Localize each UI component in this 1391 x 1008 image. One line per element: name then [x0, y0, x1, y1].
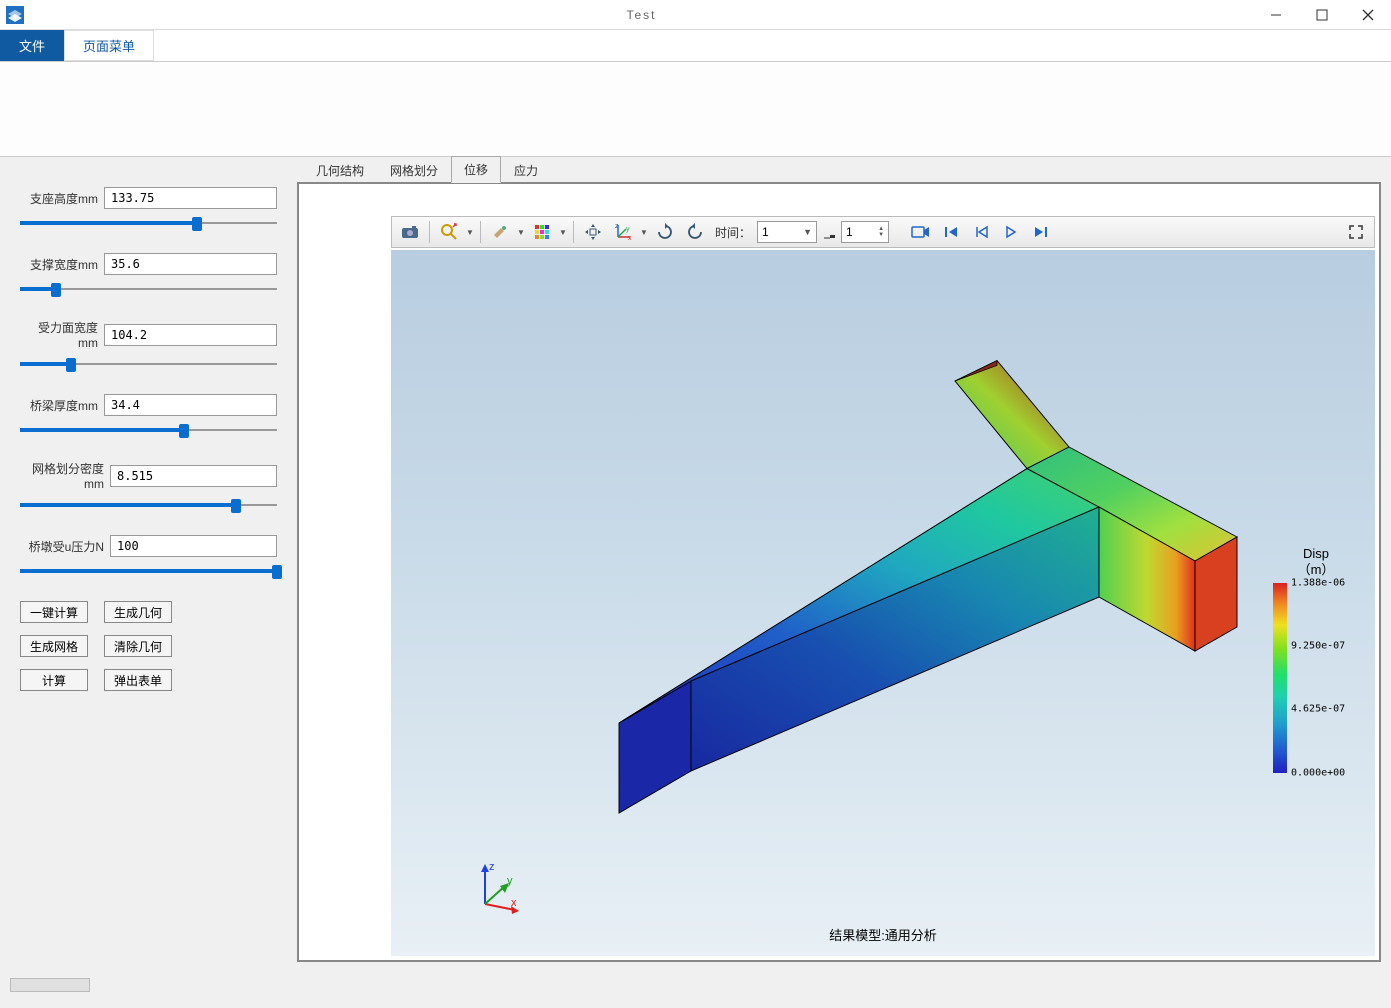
clear-geometry-button[interactable]: 清除几何: [104, 635, 172, 657]
time-combo-value: 1: [762, 225, 769, 239]
param-label: 受力面宽度mm: [20, 319, 98, 350]
status-grip[interactable]: [10, 978, 90, 992]
beam-thickness-input[interactable]: [104, 394, 277, 416]
colormap-icon[interactable]: [528, 219, 556, 245]
step-end-icon[interactable]: [819, 219, 839, 245]
param-label: 桥梁厚度mm: [20, 397, 98, 414]
rotate-cw-icon[interactable]: [651, 219, 679, 245]
svg-text:z: z: [489, 861, 495, 873]
viewport-footer-label: 结果模型:通用分析: [829, 925, 937, 944]
time-spin-value: 1: [846, 225, 853, 239]
param-seat-height: 支座高度mm: [20, 187, 277, 231]
param-beam-thickness: 桥梁厚度mm: [20, 394, 277, 438]
viewport-toolbar: ▼ ▼ ▼ x zy: [391, 216, 1375, 248]
legend-labels: 1.388e-06 9.250e-07 4.625e-07 0.000e+00: [1287, 583, 1359, 773]
generate-geometry-button[interactable]: 生成几何: [104, 601, 172, 623]
zoom-fit-icon[interactable]: [435, 219, 463, 245]
result-tabs: 几何结构 网格划分 位移 应力: [297, 157, 1381, 183]
main-area: 支座高度mm 支撑宽度mm 受力面宽度mm: [0, 157, 1391, 972]
paint-dropdown-icon[interactable]: ▼: [516, 228, 526, 237]
color-legend: Disp （m） 1.388e-06 9.250e-07 4.625e-07 0…: [1273, 546, 1359, 773]
param-pier-pressure: 桥墩受u压力N: [20, 535, 277, 579]
action-buttons: 一键计算 生成几何 生成网格 清除几何 计算 弹出表单: [20, 601, 277, 691]
zoom-dropdown-icon[interactable]: ▼: [465, 228, 475, 237]
menu-bar: 文件 页面菜单: [0, 30, 1391, 62]
pier-pressure-input[interactable]: [110, 535, 277, 557]
app-icon: [0, 0, 30, 30]
coordinate-triad: z x y: [467, 856, 527, 916]
title-bar: Test: [0, 0, 1391, 30]
window-title: Test: [30, 8, 1253, 22]
popup-table-button[interactable]: 弹出表单: [104, 669, 172, 691]
param-label: 支座高度mm: [20, 190, 98, 207]
seat-height-slider[interactable]: [20, 215, 277, 231]
viewport-3d[interactable]: z x y 结果模型:通用分析 Disp （m）: [391, 250, 1375, 956]
param-mesh-density: 网格划分密度mm: [20, 460, 277, 513]
time-combo[interactable]: 1 ▼: [757, 221, 817, 243]
mesh-density-input[interactable]: [110, 465, 277, 487]
tab-displacement[interactable]: 位移: [451, 156, 501, 183]
menu-page[interactable]: 页面菜单: [64, 30, 154, 61]
status-bar: [0, 972, 1391, 1008]
svg-text:x: x: [628, 235, 632, 241]
menu-file[interactable]: 文件: [0, 30, 64, 61]
axes-icon[interactable]: x zy: [609, 219, 637, 245]
param-label: 支撑宽度mm: [20, 256, 98, 273]
svg-text:x: x: [511, 897, 517, 909]
maximize-button[interactable]: [1299, 0, 1345, 30]
legend-colorbar: [1273, 583, 1287, 773]
expand-icon[interactable]: [1342, 219, 1370, 245]
close-button[interactable]: [1345, 0, 1391, 30]
record-icon[interactable]: [907, 219, 935, 245]
viewport-frame: ▼ ▼ ▼ xzy: [297, 182, 1381, 962]
svg-text:y: y: [626, 226, 630, 233]
support-width-slider[interactable]: [20, 281, 277, 297]
support-width-input[interactable]: [104, 253, 277, 275]
tab-geometry[interactable]: 几何结构: [303, 157, 377, 183]
play-icon[interactable]: [997, 219, 1025, 245]
svg-text:y: y: [507, 875, 513, 887]
calculate-button[interactable]: 计算: [20, 669, 88, 691]
paint-icon[interactable]: [486, 219, 514, 245]
time-spin[interactable]: 1 ▲▼: [841, 221, 889, 243]
legend-title: Disp （m）: [1273, 546, 1359, 577]
skip-start-icon[interactable]: [937, 219, 965, 245]
colormap-dropdown-icon[interactable]: ▼: [558, 228, 568, 237]
ribbon-area: [0, 62, 1391, 157]
param-label: 网格划分密度mm: [20, 460, 104, 491]
mesh-density-slider[interactable]: [20, 497, 277, 513]
content-area: 几何结构 网格划分 位移 应力 ▼ ▼: [297, 157, 1391, 972]
axes-dropdown-icon[interactable]: ▼: [639, 228, 649, 237]
window-controls: [1253, 0, 1391, 30]
parameter-sidebar: 支座高度mm 支撑宽度mm 受力面宽度mm: [0, 157, 297, 972]
pier-pressure-slider[interactable]: [20, 563, 277, 579]
one-click-calc-button[interactable]: 一键计算: [20, 601, 88, 623]
seat-height-input[interactable]: [104, 187, 277, 209]
beam-thickness-slider[interactable]: [20, 422, 277, 438]
chevron-down-icon: ▼: [803, 227, 812, 237]
param-force-face-width: 受力面宽度mm: [20, 319, 277, 372]
move-icon[interactable]: [579, 219, 607, 245]
tab-mesh[interactable]: 网格划分: [377, 157, 451, 183]
model-render: [391, 250, 1375, 956]
generate-mesh-button[interactable]: 生成网格: [20, 635, 88, 657]
skip-end-icon[interactable]: [1027, 219, 1055, 245]
svg-text:z: z: [615, 223, 619, 230]
force-face-width-input[interactable]: [104, 324, 277, 346]
tab-stress[interactable]: 应力: [501, 157, 551, 183]
step-back-icon[interactable]: [967, 219, 995, 245]
time-label: 时间：: [715, 224, 751, 241]
force-face-width-slider[interactable]: [20, 356, 277, 372]
param-support-width: 支撑宽度mm: [20, 253, 277, 297]
param-label: 桥墩受u压力N: [20, 538, 104, 555]
minimize-button[interactable]: [1253, 0, 1299, 30]
camera-icon[interactable]: [396, 219, 424, 245]
rotate-ccw-icon[interactable]: [681, 219, 709, 245]
